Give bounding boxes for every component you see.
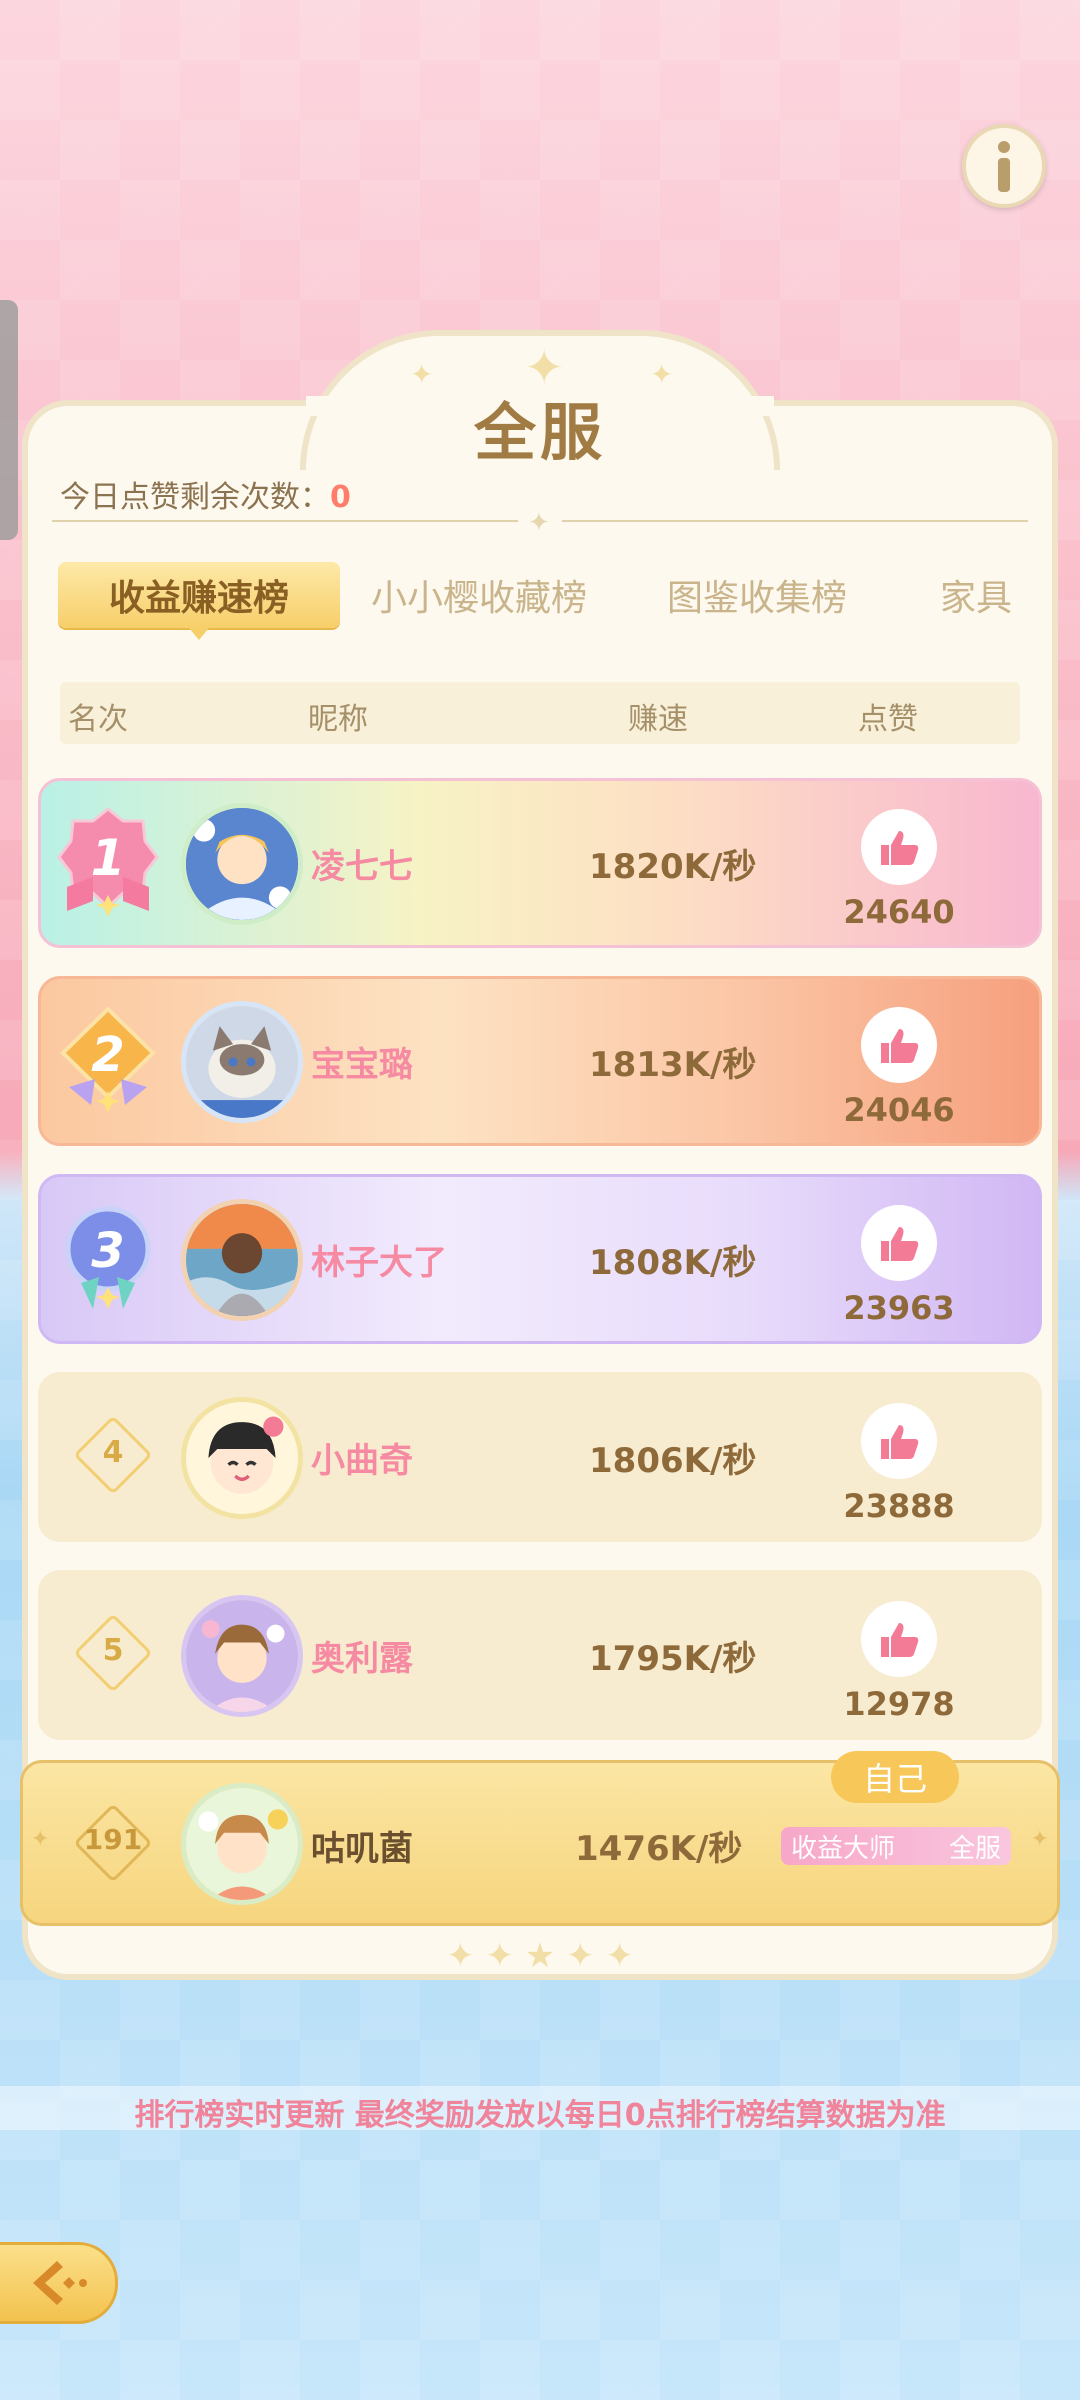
thumbs-up-icon <box>881 1425 919 1459</box>
title-badge-label: 收益大师 <box>791 1833 896 1864</box>
svg-text:1: 1 <box>91 829 126 887</box>
like-count: 23963 <box>843 1289 955 1327</box>
likes-remaining-value: 0 <box>330 480 351 515</box>
avatar[interactable] <box>181 1783 303 1905</box>
player-name: 林子大了 <box>311 1243 447 1283</box>
title-badge-scope: 全服 <box>948 1833 1001 1864</box>
like-button[interactable] <box>861 1205 937 1281</box>
self-tag: 自己 <box>831 1751 959 1803</box>
notice-text: 排行榜实时更新 最终奖励发放以每日0点排行榜结算数据为准 <box>134 2098 946 2133</box>
rank-number: 191 <box>83 1823 143 1856</box>
table-row[interactable]: 2 宝宝璐 1813K/秒 24046 <box>38 976 1042 1146</box>
tab-label: 家具 <box>940 578 1013 619</box>
back-button[interactable] <box>0 2242 118 2324</box>
earn-speed: 1813K/秒 <box>589 1045 757 1085</box>
avatar[interactable] <box>181 803 303 925</box>
tab-income-speed[interactable]: 收益赚速榜 <box>58 562 340 640</box>
table-row[interactable]: 5 奥利露 1795K/秒 12978 <box>38 1570 1042 1740</box>
avatar[interactable] <box>181 1595 303 1717</box>
like-button[interactable] <box>861 1601 937 1677</box>
back-arrow-icon <box>33 2261 87 2305</box>
tab-label: 图鉴收集榜 <box>666 578 847 619</box>
rank-badge: 191 <box>73 1803 153 1883</box>
self-row[interactable]: 自己 ✦ ✦ 191 咕叽菌 1476K/秒 收益大师 全服 <box>20 1751 1060 1926</box>
avatar[interactable] <box>181 1199 303 1321</box>
sparkle-icon: ✦ <box>31 1827 50 1852</box>
title-badge: 收益大师 全服 <box>781 1827 1011 1865</box>
column-nickname: 昵称 <box>308 702 368 737</box>
like-count: 24046 <box>843 1091 955 1129</box>
earn-speed: 1476K/秒 <box>575 1829 743 1869</box>
table-row[interactable]: 3 林子大了 1808K/秒 23963 <box>38 1174 1042 1344</box>
info-button[interactable] <box>962 124 1046 208</box>
thumbs-up-icon <box>881 1227 919 1261</box>
thumbs-up-icon <box>881 831 919 865</box>
player-name: 咕叽菌 <box>311 1829 413 1869</box>
thumbs-up-icon <box>881 1623 919 1657</box>
tab-codex-collection[interactable]: 图鉴收集榜 <box>650 562 864 628</box>
earn-speed: 1820K/秒 <box>589 847 757 887</box>
player-name: 凌七七 <box>311 847 413 887</box>
svg-text:2: 2 <box>91 1027 124 1083</box>
avatar[interactable] <box>181 1001 303 1123</box>
like-button[interactable] <box>861 809 937 885</box>
like-button[interactable] <box>861 1007 937 1083</box>
tab-sakura-collection[interactable]: 小小樱收藏榜 <box>360 562 598 628</box>
likes-remaining: 今日点赞剩余次数：0 <box>60 472 351 516</box>
rank-3-badge-icon: 3 <box>65 1206 151 1309</box>
svg-text:3: 3 <box>91 1223 124 1279</box>
table-row[interactable]: 4 小曲奇 1806K/秒 23888 <box>38 1372 1042 1542</box>
thumbs-up-icon <box>881 1029 919 1063</box>
divider-gem-icon: ✦ <box>528 508 550 538</box>
avatar[interactable] <box>181 1397 303 1519</box>
sparkle-icon: ✦ <box>1030 1827 1049 1852</box>
player-name: 宝宝璐 <box>311 1045 413 1085</box>
rank-badge: 4 <box>73 1415 153 1495</box>
rank-number: 4 <box>102 1435 124 1470</box>
tab-label: 收益赚速榜 <box>108 578 289 619</box>
like-count: 12978 <box>843 1685 955 1723</box>
likes-remaining-label: 今日点赞剩余次数： <box>60 480 330 515</box>
rank-2-badge-icon: 2 <box>60 1006 156 1113</box>
rank-number: 5 <box>102 1633 124 1668</box>
player-name: 奥利露 <box>311 1639 413 1679</box>
bottom-star-decoration: ✦ ✦ ★ ✦ ✦ <box>446 1936 634 1976</box>
column-rank: 名次 <box>68 702 128 737</box>
rank-badge: 5 <box>73 1613 153 1693</box>
column-likes: 点赞 <box>858 702 918 737</box>
rank-1-badge-icon: 1 <box>57 807 159 917</box>
column-header-row: 名次 昵称 赚速 点赞 <box>60 682 1020 744</box>
earn-speed: 1806K/秒 <box>589 1441 757 1481</box>
earn-speed: 1795K/秒 <box>589 1639 757 1679</box>
tab-furniture[interactable]: 家具 <box>940 562 1030 628</box>
like-button[interactable] <box>861 1403 937 1479</box>
like-count: 23888 <box>843 1487 955 1525</box>
side-drawer-handle[interactable] <box>0 300 18 540</box>
table-row[interactable]: 1 凌七七 1820K/秒 24640 <box>38 778 1042 948</box>
like-count: 24640 <box>843 893 955 931</box>
tab-label: 小小樱收藏榜 <box>370 578 587 619</box>
column-speed: 赚速 <box>628 702 688 737</box>
page-title: 全服 <box>473 396 606 469</box>
player-name: 小曲奇 <box>311 1441 413 1481</box>
divider <box>562 520 1028 522</box>
earn-speed: 1808K/秒 <box>589 1243 757 1283</box>
info-icon <box>998 141 1010 192</box>
divider <box>52 520 518 522</box>
